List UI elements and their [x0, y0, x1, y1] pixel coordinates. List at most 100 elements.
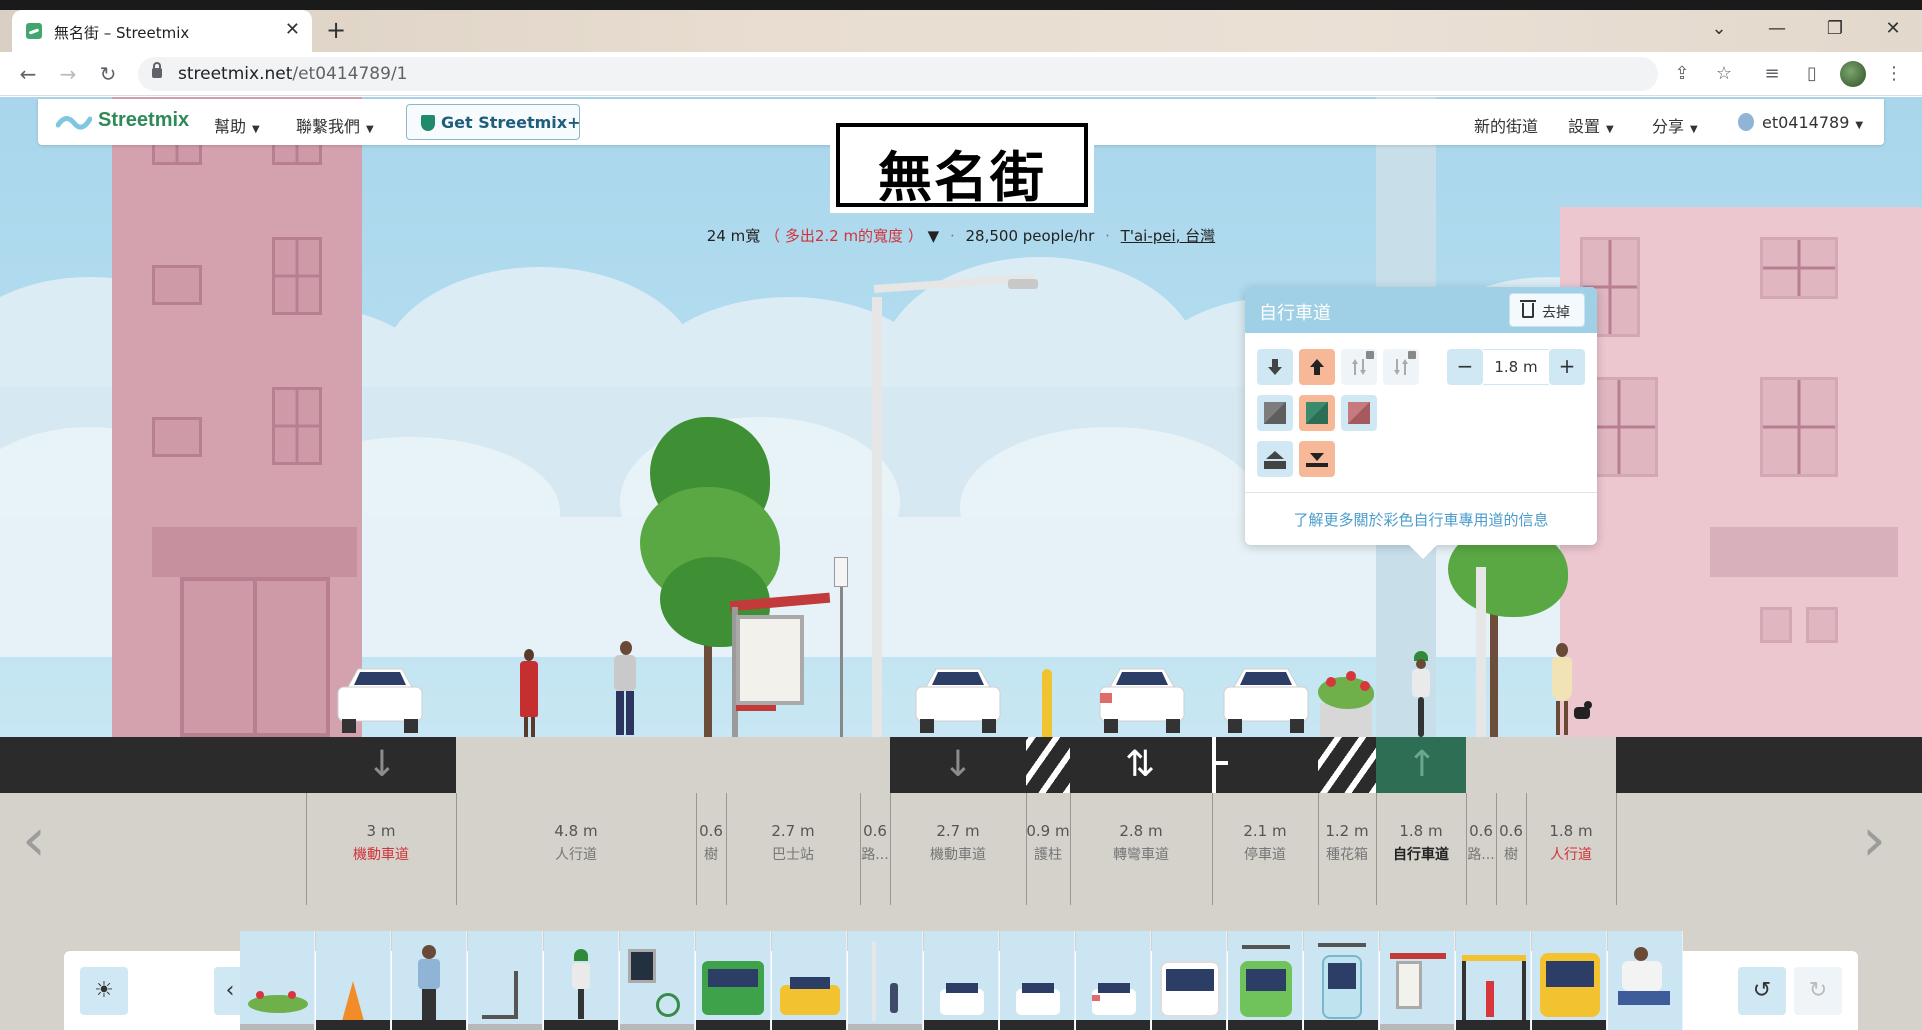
redo-icon[interactable]: ↻ — [1794, 967, 1842, 1015]
reload-icon[interactable]: ↻ — [94, 62, 122, 86]
scroll-right-chevron-icon[interactable]: › — [1862, 810, 1886, 870]
palette-item-bike-rack[interactable] — [620, 931, 695, 1030]
segment-width: 0.9 m — [1026, 822, 1070, 840]
palette-item-transit-shelter[interactable] — [1456, 931, 1531, 1030]
palette-item-light-rail[interactable] — [1304, 931, 1379, 1030]
palette-item-yellow-bus[interactable] — [1532, 931, 1607, 1030]
palette-item-bus-stop[interactable] — [1380, 931, 1455, 1030]
lock-icon[interactable] — [152, 62, 162, 78]
bookmark-star-icon[interactable]: ☆ — [1712, 63, 1736, 85]
segment-label[interactable]: 0.9 m 護柱 — [1026, 822, 1070, 864]
direction-outbound-button[interactable] — [1299, 349, 1335, 385]
decrease-width-button[interactable]: − — [1447, 349, 1483, 385]
segment-label[interactable]: 2.8 m 轉彎車道 — [1070, 822, 1212, 864]
increase-width-button[interactable]: + — [1549, 349, 1585, 385]
segment-label[interactable]: 0.6 路... — [860, 822, 890, 864]
palette-item-traffic-cone[interactable] — [316, 931, 391, 1030]
settings-menu[interactable]: 設置 ▼ — [1568, 113, 1614, 137]
help-menu[interactable]: 幫助 ▼ — [214, 113, 260, 137]
car-center — [915, 668, 1001, 733]
direction-inbound-button[interactable] — [1257, 349, 1293, 385]
palette-item-flower-box[interactable] — [240, 931, 315, 1030]
segment-label[interactable]: 1.2 m 種花箱 — [1318, 822, 1376, 864]
palette-item-pedestrian[interactable] — [392, 931, 467, 1030]
user-menu[interactable]: et0414789 ▼ — [1738, 113, 1863, 132]
minimize-icon[interactable]: — — [1762, 18, 1792, 39]
share-menu[interactable]: 分享 ▼ — [1652, 113, 1698, 137]
back-icon[interactable]: ← — [14, 62, 42, 86]
theme-toggle-sun-icon[interactable]: ☀ — [80, 967, 128, 1015]
streetmix-brand[interactable]: Streetmix — [98, 109, 189, 132]
segment-label[interactable]: 0.6 樹 — [696, 822, 726, 864]
scroll-left-chevron-icon[interactable]: ‹ — [22, 810, 46, 870]
elevation-street-button[interactable] — [1299, 441, 1335, 477]
close-window-icon[interactable]: ✕ — [1878, 18, 1908, 39]
street-width[interactable]: 24 m寬 — [707, 227, 760, 245]
palette-item-vendor[interactable] — [1608, 931, 1683, 1030]
elevation-raised-button[interactable] — [1257, 441, 1293, 477]
separator-dot: · — [1105, 227, 1110, 245]
share-page-icon[interactable]: ⇪ — [1670, 63, 1694, 85]
contact-menu[interactable]: 聯繫我們 ▼ — [296, 113, 374, 137]
undo-icon[interactable]: ↺ — [1738, 967, 1786, 1015]
segment-width: 2.7 m — [771, 822, 815, 840]
segment-label[interactable]: 3 m 機動車道 — [306, 822, 456, 864]
segment-width: 1.8 m — [1399, 822, 1443, 840]
segment-label[interactable]: 2.7 m 巴士站 — [726, 822, 860, 864]
right-building — [1560, 207, 1922, 737]
palette-item-street-lamp[interactable] — [848, 931, 923, 1030]
browser-menu-icon[interactable]: ⋮ — [1882, 63, 1906, 85]
color-regular-button[interactable] — [1257, 395, 1293, 431]
tab-search-icon[interactable]: ⌄ — [1704, 18, 1734, 39]
segment-width-input[interactable]: 1.8 m — [1483, 349, 1549, 385]
direction-bidirectional-locked-button[interactable] — [1341, 349, 1377, 385]
tab-close-icon[interactable]: ✕ — [285, 19, 300, 41]
palette-item-car-turning[interactable] — [1076, 931, 1151, 1030]
get-streetmix-plus-button[interactable]: Get Streetmix+ — [406, 104, 581, 140]
segment-parking-lane[interactable] — [1212, 737, 1318, 793]
direction-bidirectional-reverse-locked-button[interactable] — [1383, 349, 1419, 385]
street-location-link[interactable]: T'ai-pei, 台灣 — [1121, 227, 1216, 245]
color-green-button[interactable] — [1299, 395, 1335, 431]
forward-icon[interactable]: → — [54, 62, 82, 86]
url-input[interactable]: streetmix.net/et0414789/1 — [138, 57, 1658, 91]
segment-sidewalk-area[interactable] — [456, 737, 890, 793]
width-dropdown-caret-icon[interactable]: ▼ — [928, 227, 940, 245]
palette-item-car[interactable] — [924, 931, 999, 1030]
browser-profile-avatar[interactable] — [1840, 61, 1866, 87]
restore-icon[interactable]: ❐ — [1820, 18, 1850, 39]
segment-bollard-hatch[interactable] — [1026, 737, 1070, 793]
segment-label[interactable]: 1.8 m 人行道 — [1526, 822, 1616, 864]
new-tab-icon[interactable]: + — [326, 18, 346, 42]
learn-more-link[interactable]: 了解更多關於彩色自行車專用道的信息 — [1245, 509, 1597, 530]
palette-item-bike-rider[interactable] — [544, 931, 619, 1030]
segment-label-selected[interactable]: 1.8 m 自行車道 — [1376, 822, 1466, 864]
segment-label[interactable]: 0.6 路... — [1466, 822, 1496, 864]
palette-item-taxi[interactable] — [772, 931, 847, 1030]
segment-label[interactable]: 2.7 m 機動車道 — [890, 822, 1026, 864]
segment-flowerbox-hatch[interactable] — [1318, 737, 1376, 793]
segment-label[interactable]: 2.1 m 停車道 — [1212, 822, 1318, 864]
browser-tab[interactable]: 無名街 – Streetmix ✕ — [12, 10, 312, 52]
segment-label[interactable]: 0.6 樹 — [1496, 822, 1526, 864]
new-street-link[interactable]: 新的街道 — [1474, 113, 1538, 137]
parking-line — [1212, 737, 1216, 793]
palette-item-streetcar[interactable] — [1228, 931, 1303, 1030]
car-left — [337, 668, 423, 733]
segment-label[interactable]: 4.8 m 人行道 — [456, 822, 696, 864]
segment-right-sidewalk[interactable] — [1466, 737, 1616, 793]
side-panel-icon[interactable]: ▯ — [1800, 63, 1824, 85]
streetmix-logo-icon[interactable] — [56, 111, 92, 131]
contact-menu-label: 聯繫我們 — [296, 117, 361, 136]
palette-item-bus[interactable] — [1152, 931, 1227, 1030]
street-capacity[interactable]: 28,500 people/hr — [966, 227, 1095, 245]
color-red-button[interactable] — [1341, 395, 1377, 431]
palette-item-scooter[interactable] — [468, 931, 543, 1030]
street-name-sign[interactable]: 無名街 — [830, 117, 1094, 213]
remove-segment-button[interactable]: 去掉 — [1509, 293, 1585, 327]
palette-item-food-truck[interactable] — [696, 931, 771, 1030]
media-control-icon[interactable]: ≡ — [1760, 63, 1784, 85]
segment-width: 0.6 — [1469, 822, 1493, 840]
segment-name: 巴士站 — [772, 847, 814, 863]
palette-item-car-2[interactable] — [1000, 931, 1075, 1030]
